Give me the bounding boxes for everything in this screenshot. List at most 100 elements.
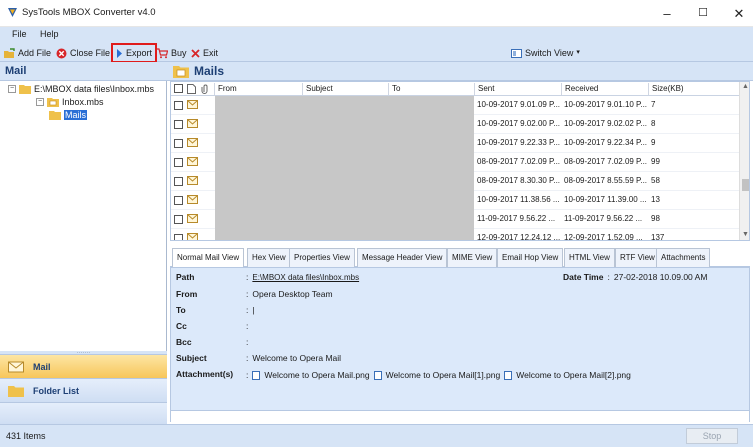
received-cell: 12-09-2017 1.52.09 ...	[564, 233, 643, 241]
left-panel-title: Mail	[5, 65, 27, 77]
received-cell: 10-09-2017 9.22.34 P...	[564, 138, 648, 147]
switch-view-icon	[511, 48, 522, 58]
from-label: From	[176, 289, 198, 299]
subject-label: Subject	[176, 353, 207, 363]
vertical-scrollbar[interactable]: ▲ ▼	[739, 82, 749, 240]
scroll-up-icon[interactable]: ▲	[742, 83, 749, 90]
sent-cell: 10-09-2017 9.22.33 P...	[477, 138, 561, 147]
row-checkbox[interactable]	[174, 101, 183, 110]
scrollbar-thumb[interactable]	[742, 179, 749, 191]
add-file-label: Add File	[18, 48, 52, 58]
row-checkbox[interactable]	[174, 196, 183, 205]
column-subject[interactable]: Subject	[302, 83, 388, 95]
nav-folder-list-label: Folder List	[33, 385, 80, 396]
image-file-icon	[373, 370, 382, 380]
column-to[interactable]: To	[388, 83, 474, 95]
datetime-row: Date Time : 27-02-2018 10.09.00 AM	[563, 272, 707, 282]
close-file-label: Close File	[70, 48, 111, 58]
row-checkbox[interactable]	[174, 139, 183, 148]
sent-cell: 08-09-2017 8.30.30 P...	[477, 176, 561, 185]
to-label: To	[176, 305, 186, 315]
attachments-label: Attachment(s)	[176, 369, 234, 379]
attachments-row: : Welcome to Opera Mail.png Welcome to O…	[246, 370, 631, 380]
title-bar: SysTools MBOX Converter v4.0 – ☐ ✕	[0, 0, 753, 27]
close-window-button[interactable]: ✕	[718, 0, 753, 27]
exit-x-icon	[191, 48, 200, 58]
size-cell: 8	[651, 119, 656, 128]
sent-cell: 08-09-2017 7.02.09 P...	[477, 157, 561, 166]
tree-item-root[interactable]: − E:\MBOX data files\Inbox.mbs	[8, 84, 154, 94]
sent-cell: 10-09-2017 9.01.09 P...	[477, 100, 561, 109]
tab-message-header-view[interactable]: Message Header View	[357, 248, 448, 267]
column-received[interactable]: Received	[561, 83, 648, 95]
scroll-down-icon[interactable]: ▼	[742, 231, 749, 238]
path-value[interactable]: E:\MBOX data files\Inbox.mbs	[252, 273, 359, 282]
image-file-icon	[504, 370, 513, 380]
exit-button[interactable]: Exit	[191, 46, 218, 60]
tree-item-mails-label: Mails	[64, 110, 88, 120]
image-file-icon	[252, 370, 261, 380]
menu-file[interactable]: File	[12, 29, 27, 39]
export-button[interactable]: Export	[110, 43, 158, 63]
email-list: From Subject To Sent Received Size(KB) 1…	[170, 81, 750, 241]
separator: :	[607, 272, 610, 282]
envelope-icon	[187, 176, 198, 185]
folder-icon	[8, 386, 24, 397]
tab-hex-view[interactable]: Hex View	[247, 248, 291, 267]
nav-mail-label: Mail	[33, 361, 51, 372]
tab-html-view[interactable]: HTML View	[564, 248, 615, 267]
size-cell: 98	[651, 214, 660, 223]
tab-email-hop-view[interactable]: Email Hop View	[497, 248, 564, 267]
column-size[interactable]: Size(KB)	[648, 83, 739, 95]
to-row: : |	[246, 305, 255, 315]
right-panel-header: Mails	[167, 62, 753, 81]
sent-cell: 12-09-2017 12.24.12 ...	[477, 233, 561, 241]
folder-icon	[49, 111, 61, 120]
nav-mail-button[interactable]: Mail	[0, 354, 167, 378]
row-checkbox[interactable]	[174, 234, 183, 240]
to-value: |	[252, 305, 255, 315]
switch-view-button[interactable]: Switch View ▾	[511, 46, 580, 60]
attachment-link-1[interactable]: Welcome to Opera Mail.png	[264, 370, 369, 380]
from-value: Opera Desktop Team	[252, 289, 333, 299]
column-from[interactable]: From	[214, 83, 302, 95]
stop-button[interactable]: Stop	[686, 428, 738, 444]
row-checkbox[interactable]	[174, 177, 183, 186]
row-checkbox[interactable]	[174, 158, 183, 167]
attachment-link-3[interactable]: Welcome to Opera Mail[2].png	[516, 370, 631, 380]
tree-item-root-label: E:\MBOX data files\Inbox.mbs	[34, 84, 155, 94]
exit-label: Exit	[203, 48, 219, 58]
buy-button[interactable]: Buy	[157, 46, 187, 60]
tab-properties-view[interactable]: Properties View	[289, 248, 355, 267]
separator: :	[246, 289, 249, 299]
items-count: 431 Items	[6, 431, 46, 441]
nav-folder-list-button[interactable]: Folder List	[0, 378, 167, 402]
tab-normal-mail-view[interactable]: Normal Mail View	[172, 248, 245, 267]
tree-item-mails[interactable]: Mails	[49, 110, 88, 120]
datetime-label: Date Time	[563, 272, 604, 282]
attachment-link-2[interactable]: Welcome to Opera Mail[1].png	[386, 370, 501, 380]
separator: :	[246, 353, 249, 363]
path-label: Path	[176, 272, 195, 282]
close-file-button[interactable]: Close File	[56, 46, 110, 60]
separator: :	[246, 337, 249, 347]
menu-help[interactable]: Help	[40, 29, 59, 39]
tab-attachments[interactable]: Attachments	[656, 248, 711, 267]
window-title: SysTools MBOX Converter v4.0	[22, 7, 156, 18]
mail-folder-icon	[173, 66, 189, 78]
row-checkbox[interactable]	[174, 120, 183, 129]
tab-mime-view[interactable]: MIME View	[447, 248, 498, 267]
size-cell: 9	[651, 138, 656, 147]
add-file-button[interactable]: Add File	[4, 46, 51, 60]
row-checkbox[interactable]	[174, 215, 183, 224]
cc-label: Cc	[176, 321, 187, 331]
select-all-checkbox[interactable]	[174, 84, 183, 93]
subject-row: : Welcome to Opera Mail	[246, 353, 341, 363]
collapse-icon[interactable]: −	[8, 85, 16, 93]
toolbar: Add File Close File Export Buy Exit Swit…	[0, 43, 753, 63]
received-cell: 08-09-2017 8.55.59 P...	[564, 176, 648, 185]
tab-rtf-view[interactable]: RTF View	[615, 248, 660, 267]
column-sent[interactable]: Sent	[474, 83, 561, 95]
collapse-icon[interactable]: −	[36, 98, 44, 106]
tree-item-inbox[interactable]: − Inbox.mbs	[36, 97, 104, 107]
